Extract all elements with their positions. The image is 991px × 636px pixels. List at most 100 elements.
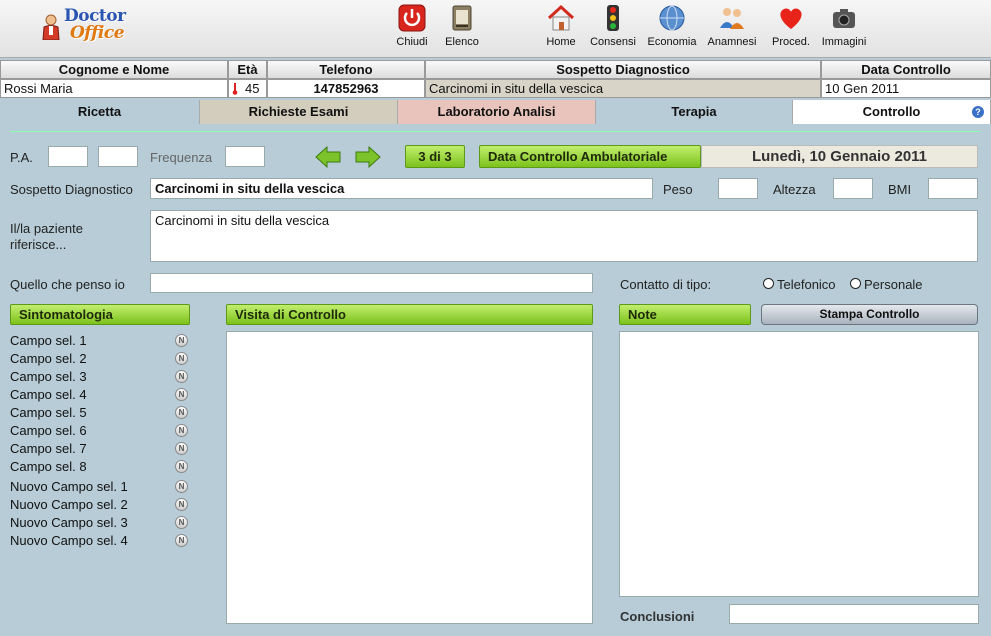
notes-textarea[interactable] bbox=[619, 331, 979, 597]
patient-diagnosis: Carcinomi in situ della vescica bbox=[425, 79, 821, 98]
freq-input[interactable] bbox=[225, 146, 265, 167]
anamnesi-label: Anamnesi bbox=[707, 36, 757, 48]
camera-icon bbox=[833, 9, 855, 28]
power-icon bbox=[398, 4, 426, 32]
opinion-label: Quello che penso io bbox=[10, 277, 125, 292]
symptom-item-label: Nuovo Campo sel. 2 bbox=[10, 497, 128, 512]
tab-richieste-esami[interactable]: Richieste Esami bbox=[200, 100, 398, 124]
logo-text-office: Office bbox=[70, 23, 125, 43]
immagini-label: Immagini bbox=[821, 36, 867, 48]
symptom-toggle-badge[interactable]: N bbox=[175, 388, 188, 401]
help-icon[interactable]: ? bbox=[972, 106, 984, 118]
list-icon bbox=[452, 5, 472, 31]
people-icon bbox=[720, 8, 744, 29]
tab-ricetta[interactable]: Ricetta bbox=[0, 100, 200, 124]
header-diagnosis: Sospetto Diagnostico bbox=[425, 60, 821, 79]
peso-label: Peso bbox=[663, 182, 693, 197]
chiudi-label: Chiudi bbox=[396, 36, 428, 48]
header-date: Data Controllo bbox=[821, 60, 991, 79]
arrow-left-icon[interactable] bbox=[315, 145, 341, 169]
consensi-label: Consensi bbox=[590, 36, 636, 48]
contact-phone-label: Telefonico bbox=[777, 277, 836, 292]
doctor-icon bbox=[42, 14, 60, 40]
tab-laboratorio-analisi[interactable]: Laboratorio Analisi bbox=[398, 100, 596, 124]
proced-button[interactable]: Proced. bbox=[770, 4, 812, 52]
symptom-toggle-badge[interactable]: N bbox=[175, 442, 188, 455]
symptom-item-label: Nuovo Campo sel. 4 bbox=[10, 533, 128, 548]
symptom-item-label: Campo sel. 4 bbox=[10, 387, 87, 402]
header-age: Età bbox=[228, 60, 267, 79]
symptom-toggle-badge[interactable]: N bbox=[175, 370, 188, 383]
header-phone: Telefono bbox=[267, 60, 425, 79]
consensi-button[interactable]: Consensi bbox=[589, 4, 637, 52]
elenco-button[interactable]: Elenco bbox=[442, 4, 482, 52]
altezza-input[interactable] bbox=[833, 178, 873, 199]
controllo-panel: P.A. Frequenza 3 di 3 Data Controllo Amb… bbox=[0, 124, 991, 636]
heart-icon bbox=[780, 8, 802, 29]
anamnesi-button[interactable]: Anamnesi bbox=[705, 4, 759, 52]
contact-phone-radio[interactable] bbox=[763, 278, 774, 289]
diag-label: Sospetto Diagnostico bbox=[10, 182, 133, 197]
traffic-light-icon bbox=[607, 5, 619, 31]
arrow-right-icon[interactable] bbox=[355, 145, 381, 169]
contact-label: Contatto di tipo: bbox=[620, 277, 712, 292]
visit-textarea[interactable] bbox=[226, 331, 593, 624]
header-name: Cognome e Nome bbox=[0, 60, 228, 79]
patient-name: Rossi Maria bbox=[0, 79, 228, 98]
doctor-office-logo: Doctor Office bbox=[40, 6, 136, 46]
bmi-label: BMI bbox=[888, 182, 912, 197]
symptom-item-label: Campo sel. 8 bbox=[10, 459, 87, 474]
economia-label: Economia bbox=[647, 36, 697, 48]
home-button[interactable]: Home bbox=[544, 4, 578, 52]
patient-reports-label-2: riferisce... bbox=[10, 237, 67, 252]
tab-richieste-esami-label: Richieste Esami bbox=[248, 104, 349, 119]
proced-label: Proced. bbox=[772, 36, 810, 48]
bmi-input[interactable] bbox=[928, 178, 978, 199]
symptom-toggle-badge[interactable]: N bbox=[175, 334, 188, 347]
thermometer-icon bbox=[232, 83, 238, 95]
symptom-toggle-badge[interactable]: N bbox=[175, 424, 188, 437]
date-value: Lunedì, 10 Gennaio 2011 bbox=[701, 145, 978, 168]
record-counter: 3 di 3 bbox=[405, 145, 465, 168]
print-control-button[interactable]: Stampa Controllo bbox=[761, 304, 978, 325]
freq-label: Frequenza bbox=[150, 150, 213, 165]
symptom-item-label: Nuovo Campo sel. 3 bbox=[10, 515, 128, 530]
conclusions-input[interactable] bbox=[729, 604, 979, 624]
tab-controllo-label: Controllo bbox=[862, 104, 921, 119]
economia-button[interactable]: Economia bbox=[646, 4, 698, 52]
patient-phone: 147852963 bbox=[267, 79, 425, 98]
symptom-item-label: Campo sel. 3 bbox=[10, 369, 87, 384]
patient-age-cell: 45 bbox=[228, 79, 267, 98]
visit-header: Visita di Controllo bbox=[226, 304, 593, 325]
chiudi-button[interactable]: Chiudi bbox=[393, 4, 431, 52]
symptom-toggle-badge[interactable]: N bbox=[175, 460, 188, 473]
patient-reports-textarea[interactable]: Carcinomi in situ della vescica bbox=[150, 210, 978, 262]
symptom-toggle-badge[interactable]: N bbox=[175, 480, 188, 493]
date-title: Data Controllo Ambulatoriale bbox=[479, 145, 701, 168]
pa-diastolic-input[interactable] bbox=[98, 146, 138, 167]
tab-terapia[interactable]: Terapia bbox=[596, 100, 793, 124]
symptom-toggle-badge[interactable]: N bbox=[175, 498, 188, 511]
patient-age: 45 bbox=[245, 81, 260, 96]
symptom-toggle-badge[interactable]: N bbox=[175, 406, 188, 419]
opinion-input[interactable] bbox=[150, 273, 593, 293]
symptom-item-label: Campo sel. 5 bbox=[10, 405, 87, 420]
immagini-button[interactable]: Immagini bbox=[820, 4, 868, 52]
peso-input[interactable] bbox=[718, 178, 758, 199]
symptom-toggle-badge[interactable]: N bbox=[175, 534, 188, 547]
toolbar: Doctor Office Chiudi Elenco Home Consens… bbox=[0, 0, 991, 58]
home-label: Home bbox=[546, 36, 576, 48]
symptom-item-label: Campo sel. 6 bbox=[10, 423, 87, 438]
symptom-toggle-badge[interactable]: N bbox=[175, 516, 188, 529]
contact-personal-radio[interactable] bbox=[850, 278, 861, 289]
elenco-label: Elenco bbox=[445, 36, 479, 48]
symptom-item-label: Campo sel. 2 bbox=[10, 351, 87, 366]
symptom-item-label: Campo sel. 1 bbox=[10, 333, 87, 348]
pa-systolic-input[interactable] bbox=[48, 146, 88, 167]
symptom-item-label: Campo sel. 7 bbox=[10, 441, 87, 456]
diag-input[interactable]: Carcinomi in situ della vescica bbox=[150, 178, 653, 199]
tab-laboratorio-analisi-label: Laboratorio Analisi bbox=[437, 104, 556, 119]
symptom-toggle-badge[interactable]: N bbox=[175, 352, 188, 365]
home-icon bbox=[547, 4, 575, 31]
tab-controllo[interactable]: Controllo bbox=[793, 100, 991, 124]
